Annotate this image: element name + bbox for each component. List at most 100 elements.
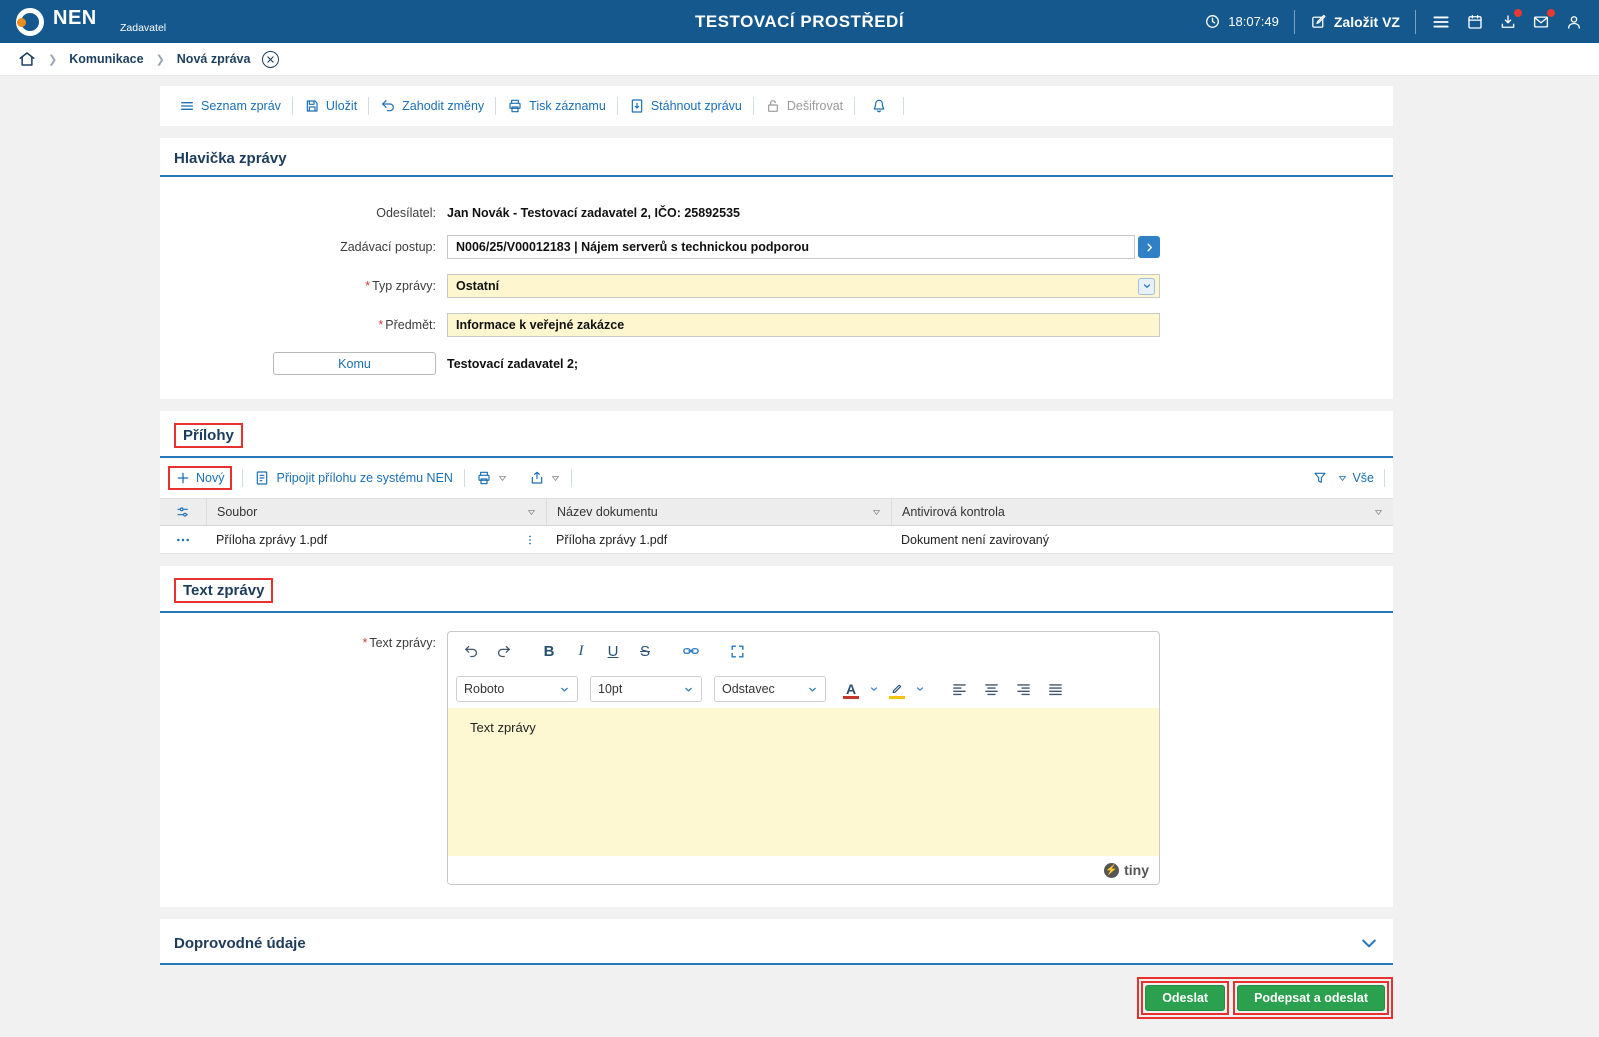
attachments-table-header: Soubor Název dokumentu Antivirová kontro…: [160, 498, 1393, 526]
zahodit-zmeny-button[interactable]: Zahodit změny: [369, 98, 495, 114]
command-label: Seznam zpráv: [201, 99, 281, 113]
annotation-box: Odeslat: [1141, 981, 1230, 1015]
link-icon[interactable]: [676, 638, 706, 664]
editor-statusbar: ⚡ tiny: [448, 856, 1159, 884]
dropdown-triangle-icon: [1338, 474, 1347, 483]
hamburger-icon: [1431, 12, 1451, 32]
downloads-button[interactable]: [1499, 8, 1522, 31]
typ-zpravy-select[interactable]: Ostatní: [447, 274, 1160, 298]
notifications-button[interactable]: [855, 98, 903, 114]
drag-handle-icon[interactable]: [524, 534, 536, 546]
komu-button[interactable]: Komu: [273, 352, 436, 375]
command-label: Zahodit změny: [402, 99, 485, 113]
odeslat-button[interactable]: Odeslat: [1145, 985, 1226, 1011]
breadcrumb-komunikace[interactable]: Komunikace: [69, 52, 143, 66]
font-family-select[interactable]: Roboto: [456, 676, 578, 702]
align-center-icon[interactable]: [976, 676, 1006, 702]
form-row-odesilatel: Odesílatel: Jan Novák - Testovací zadava…: [160, 206, 1393, 220]
block-format-select[interactable]: Odstavec: [714, 676, 826, 702]
highlight-color-icon[interactable]: [884, 676, 910, 702]
message-header-section: Hlavička zprávy Odesílatel: Jan Novák - …: [160, 138, 1393, 399]
editor-content-area[interactable]: Text zprávy: [448, 708, 1159, 856]
column-header-soubor[interactable]: Soubor: [206, 499, 546, 525]
table-row[interactable]: Příloha zprávy 1.pdf Příloha zprávy 1.pd…: [160, 526, 1393, 554]
editor-toolbar-row1: B I U S: [448, 632, 1159, 670]
calendar-icon: [1466, 13, 1484, 31]
menu-button[interactable]: [1431, 12, 1451, 32]
stahnout-zpravu-button[interactable]: Stáhnout zprávu: [618, 98, 753, 114]
cell-soubor[interactable]: Příloha zprávy 1.pdf: [216, 533, 327, 547]
zadavaci-postup-input[interactable]: [447, 235, 1135, 259]
expand-section-chevron-icon[interactable]: [1359, 933, 1379, 953]
filter-funnel-icon[interactable]: [1312, 470, 1328, 486]
messages-button[interactable]: [1532, 8, 1555, 31]
tisk-zaznamu-button[interactable]: Tisk záznamu: [496, 98, 617, 114]
font-size-select[interactable]: 10pt: [590, 676, 702, 702]
close-tab-icon[interactable]: [262, 50, 280, 68]
column-filter-icon[interactable]: [527, 508, 536, 517]
message-command-bar: Seznam zpráv Uložit Zahodit změny Tisk z…: [160, 86, 1393, 126]
printer-icon: [507, 98, 523, 114]
command-label: Tisk záznamu: [529, 99, 606, 113]
text-color-chevron-icon[interactable]: [866, 676, 882, 702]
divider: [1384, 469, 1385, 487]
underline-icon[interactable]: U: [598, 638, 628, 664]
podepsat-a-odeslat-button[interactable]: Podepsat a odeslat: [1237, 985, 1385, 1011]
chevron-down-icon[interactable]: [1138, 277, 1155, 295]
home-icon[interactable]: [18, 50, 36, 68]
text-zpravy-label: Text zprávy:: [369, 636, 436, 650]
form-row-zadavaci-postup: Zadávací postup:: [160, 235, 1393, 259]
app-header: NEN Zadavatel TESTOVACÍ PROSTŘEDÍ 18:07:…: [0, 0, 1599, 43]
predmet-input[interactable]: [447, 313, 1160, 337]
calendar-button[interactable]: [1466, 13, 1484, 31]
align-right-icon[interactable]: [1008, 676, 1038, 702]
download-icon: [1499, 8, 1522, 31]
row-actions-icon[interactable]: [160, 532, 206, 548]
breadcrumb-nova-zprava[interactable]: Nová zpráva: [177, 52, 251, 66]
typ-zpravy-value: Ostatní: [456, 279, 500, 293]
align-left-icon[interactable]: [944, 676, 974, 702]
rich-text-editor: B I U S Roboto 10pt Odstavec A Text zprá…: [447, 631, 1160, 885]
attachments-toolbar: Nový Připojit přílohu ze systému NEN Vše: [160, 458, 1393, 498]
brand-subtitle: Zadavatel: [120, 22, 167, 34]
brand[interactable]: NEN Zadavatel: [16, 7, 166, 36]
printer-icon: [476, 470, 492, 486]
highlight-color-chevron-icon[interactable]: [912, 676, 928, 702]
align-justify-icon[interactable]: [1040, 676, 1070, 702]
seznam-zprav-button[interactable]: Seznam zpráv: [168, 98, 292, 114]
column-filter-icon[interactable]: [872, 508, 881, 517]
print-attachments-button[interactable]: [465, 470, 518, 486]
column-filter-icon[interactable]: [1374, 508, 1383, 517]
redo-icon[interactable]: [488, 638, 518, 664]
create-vz-button[interactable]: Založit VZ: [1310, 13, 1400, 30]
export-attachments-button[interactable]: [518, 470, 571, 486]
column-header-antivir[interactable]: Antivirová kontrola: [891, 499, 1393, 525]
annotation-box: Podepsat a odeslat: [1233, 981, 1389, 1015]
cell-antivir: Dokument není zavirovaný: [901, 532, 1049, 547]
column-header-nazev[interactable]: Název dokumentu: [546, 499, 891, 525]
form-row-predmet: * Předmět:: [160, 313, 1393, 337]
block-format-value: Odstavec: [722, 682, 775, 696]
italic-icon[interactable]: I: [566, 638, 596, 664]
typ-zpravy-label: Typ zprávy:: [372, 279, 436, 293]
attachments-section: Přílohy Nový Připojit přílohu ze systému…: [160, 411, 1393, 554]
columns-settings-icon[interactable]: [160, 504, 206, 520]
breadcrumb: ❯ Komunikace ❯ Nová zpráva: [0, 43, 1599, 76]
strikethrough-icon[interactable]: S: [630, 638, 660, 664]
column-label: Antivirová kontrola: [902, 505, 1005, 519]
additional-data-section: Doprovodné údaje: [160, 919, 1393, 965]
novy-button[interactable]: Nový: [176, 471, 224, 485]
profile-button[interactable]: [1565, 13, 1583, 31]
column-label: Soubor: [217, 505, 258, 519]
bold-icon[interactable]: B: [534, 638, 564, 664]
header-time: 18:07:49: [1228, 14, 1279, 29]
open-zadavaci-postup-button[interactable]: [1138, 236, 1160, 258]
environment-title: TESTOVACÍ PROSTŘEDÍ: [694, 11, 905, 31]
filter-all-dropdown[interactable]: Vše: [1338, 471, 1374, 485]
fullscreen-icon[interactable]: [722, 638, 752, 664]
pripojit-prilohu-button[interactable]: Připojit přílohu ze systému NEN: [243, 470, 463, 486]
text-color-icon[interactable]: A: [838, 676, 864, 702]
tiny-logo-icon: ⚡: [1104, 862, 1120, 878]
undo-icon[interactable]: [456, 638, 486, 664]
ulozit-button[interactable]: Uložit: [293, 98, 368, 114]
